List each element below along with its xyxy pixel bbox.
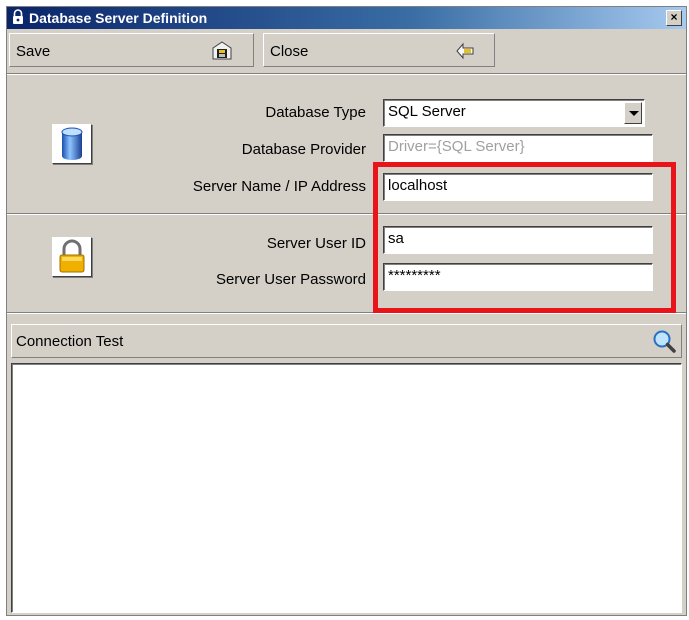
magnifier-icon[interactable]: [651, 328, 677, 358]
lock-icon: [11, 9, 25, 28]
save-button[interactable]: Save: [9, 33, 254, 67]
database-type-value: SQL Server: [388, 103, 466, 120]
database-cylinder-icon: [52, 124, 92, 164]
server-name-label: Server Name / IP Address: [192, 178, 366, 195]
close-button-label: Close: [270, 43, 309, 60]
save-button-label: Save: [16, 43, 51, 60]
server-user-id-label: Server User ID: [266, 235, 366, 252]
server-user-id-value: sa: [388, 230, 404, 247]
title-bar[interactable]: Database Server Definition ×: [7, 7, 686, 29]
server-password-label: Server User Password: [215, 271, 366, 288]
separator: [7, 312, 686, 314]
database-type-select[interactable]: SQL Server: [383, 99, 645, 127]
padlock-icon: [52, 237, 92, 277]
database-provider-field: Driver={SQL Server}: [383, 134, 653, 162]
database-provider-value: Driver={SQL Server}: [388, 138, 525, 155]
server-user-id-input[interactable]: sa: [383, 226, 653, 254]
connection-test-output[interactable]: [11, 363, 682, 613]
connection-test-label: Connection Test: [16, 333, 124, 350]
dialog-window: Database Server Definition × Save Close: [6, 6, 687, 616]
close-button[interactable]: Close: [263, 33, 495, 67]
window-title: Database Server Definition: [29, 10, 208, 26]
separator: [7, 213, 686, 215]
window-close-button[interactable]: ×: [666, 10, 682, 26]
chevron-down-icon[interactable]: [624, 102, 642, 124]
save-disk-icon: [211, 41, 233, 65]
server-name-value: localhost: [388, 177, 448, 194]
toolbar: Save Close: [7, 30, 686, 70]
server-name-input[interactable]: localhost: [383, 173, 653, 201]
connection-test-header: Connection Test: [11, 324, 682, 358]
server-password-value: *********: [388, 267, 441, 284]
database-type-label: Database Type: [265, 104, 366, 121]
exit-arrow-icon: [454, 41, 476, 65]
server-password-input[interactable]: *********: [383, 263, 653, 291]
separator: [7, 73, 686, 75]
database-provider-label: Database Provider: [241, 141, 366, 158]
